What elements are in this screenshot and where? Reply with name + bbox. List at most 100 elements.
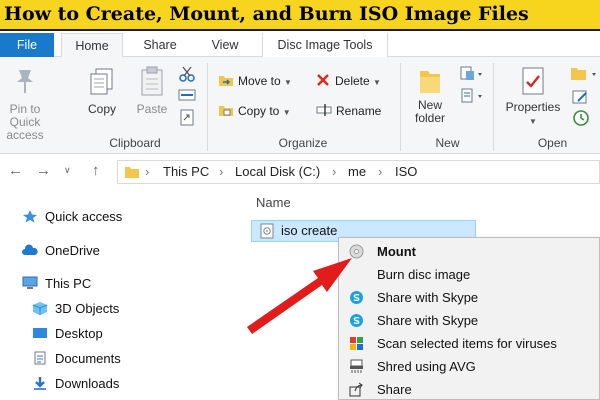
tab-disc-image-tools[interactable]: Disc Image Tools [262, 33, 388, 57]
clipboard-group-label: Clipboard [109, 136, 161, 150]
address-bar[interactable]: › This PC › Local Disk (C:) › me › ISO [117, 160, 600, 184]
menu-item-scan-viruses[interactable]: Scan selected items for viruses [339, 332, 600, 355]
paste-shortcut-icon[interactable] [179, 108, 195, 126]
file-name: iso create [281, 223, 338, 238]
organize-group-label: Organize [278, 136, 328, 150]
menu-item-mount[interactable]: Mount [339, 240, 600, 263]
copy-to-button[interactable]: Copy to ▼ [218, 103, 291, 121]
pin-icon [17, 70, 33, 93]
nav-item-3d-objects[interactable]: 3D Objects [32, 299, 119, 319]
rename-icon [316, 104, 332, 116]
copy-path-icon[interactable] [178, 87, 196, 103]
delete-label: Delete [335, 74, 370, 88]
separator [493, 63, 494, 151]
new-item-icon[interactable] [460, 65, 484, 83]
delete-button[interactable]: Delete ▼ [316, 73, 381, 91]
menu-item-burn-disc-image[interactable]: Burn disc image [339, 263, 600, 286]
move-to-button[interactable]: Move to ▼ [218, 73, 292, 91]
forward-arrow-icon[interactable]: → [36, 162, 51, 179]
nav-item-quick-access[interactable]: Quick access [22, 207, 122, 227]
nav-item-downloads[interactable]: Downloads [32, 374, 119, 394]
downloads-icon [34, 377, 46, 390]
column-header-name[interactable]: Name [256, 195, 291, 210]
nav-label: Documents [55, 351, 121, 366]
menu-item-share[interactable]: Share [339, 378, 600, 400]
menu-label: Mount [377, 244, 416, 259]
open-icon[interactable] [570, 65, 598, 83]
tab-view[interactable]: View [200, 33, 250, 57]
nav-item-onedrive[interactable]: OneDrive [22, 241, 100, 261]
up-arrow-icon[interactable]: ↑ [92, 162, 100, 179]
menu-label: Shred using AVG [377, 359, 476, 374]
copy-label: Copy [87, 102, 116, 116]
breadcrumb-separator: › [378, 164, 383, 179]
properties-icon [522, 67, 544, 95]
nav-label: 3D Objects [55, 301, 120, 316]
history-icon[interactable] [572, 109, 590, 127]
breadcrumb-this-pc[interactable]: This PC [163, 161, 209, 183]
properties-button[interactable]: Properties ▼ [500, 65, 566, 128]
cloud-icon [22, 244, 38, 255]
address-bar-row: ← → ∨ ↑ › This PC › Local Disk (C:) › me… [0, 154, 600, 190]
new-group-label: New [435, 136, 460, 150]
recent-chevron-icon[interactable]: ∨ [64, 165, 71, 176]
edit-icon[interactable] [572, 89, 590, 105]
disc-icon [349, 244, 364, 259]
nav-label: Quick access [45, 209, 123, 224]
cube-icon [32, 302, 48, 315]
skype-icon [350, 291, 363, 304]
menu-item-share-with-skype[interactable]: Share with Skype [339, 286, 600, 309]
folder-icon [125, 167, 139, 178]
properties-label: Properties [505, 100, 561, 114]
nav-label: This PC [45, 276, 92, 291]
tab-file[interactable]: File [0, 33, 54, 57]
menu-label: Share with Skype [377, 313, 479, 328]
star-icon [23, 210, 37, 223]
shredder-icon [350, 359, 363, 373]
pin-to-quick-access-button[interactable]: Pin to Quick access [0, 67, 50, 142]
pin-label: Pin to Quick access [6, 102, 44, 142]
tab-home[interactable]: Home [61, 33, 123, 58]
chevron-down-icon: ▼ [373, 78, 381, 87]
desktop-icon [33, 328, 47, 338]
move-folder-icon [219, 76, 233, 86]
chevron-down-icon: ▼ [284, 78, 292, 87]
nav-label: Desktop [55, 326, 103, 341]
new-folder-icon [420, 71, 440, 93]
copy-to-label: Copy to [238, 104, 280, 118]
easy-access-icon[interactable] [460, 87, 484, 105]
menu-label: Scan selected items for viruses [377, 336, 557, 351]
paste-button[interactable]: Paste [132, 65, 172, 116]
nav-item-desktop[interactable]: Desktop [32, 324, 103, 344]
open-group-label: Open [537, 136, 568, 150]
breadcrumb-local-disk[interactable]: Local Disk (C:) [235, 161, 320, 183]
breadcrumb-separator: › [332, 164, 337, 179]
menu-item-share-with-skype[interactable]: Share with Skype [339, 309, 600, 332]
back-arrow-icon[interactable]: ← [8, 162, 23, 179]
copy-icon [90, 68, 113, 95]
rename-button[interactable]: Rename [316, 103, 381, 119]
copy-button[interactable]: Copy [84, 67, 120, 116]
menu-item-shred-avg[interactable]: Shred using AVG [339, 355, 600, 378]
delete-icon [317, 74, 329, 86]
new-folder-label: New folder [414, 98, 446, 125]
navigation-pane: Quick access OneDrive This PC 3D Objects… [0, 190, 240, 400]
nav-item-this-pc[interactable]: This PC [22, 274, 91, 294]
nav-label: OneDrive [45, 243, 100, 258]
tab-share[interactable]: Share [132, 33, 188, 57]
documents-icon [34, 351, 46, 365]
context-menu: Mount Burn disc image Share with Skype S… [338, 237, 600, 400]
breadcrumb-iso[interactable]: ISO [395, 161, 417, 183]
menu-label: Burn disc image [377, 267, 471, 282]
breadcrumb-me[interactable]: me [348, 161, 366, 183]
paste-label: Paste [136, 102, 168, 116]
rename-label: Rename [336, 104, 382, 118]
breadcrumb-separator: › [145, 164, 150, 179]
skype-icon [350, 314, 363, 327]
chevron-down-icon: ▼ [529, 117, 537, 126]
new-folder-button[interactable]: New folder [406, 65, 454, 125]
share-icon [349, 382, 363, 397]
ribbon: Pin to Quick access Copy Paste Clipboard… [0, 57, 600, 154]
nav-item-documents[interactable]: Documents [32, 349, 121, 369]
cut-icon[interactable] [178, 65, 196, 83]
